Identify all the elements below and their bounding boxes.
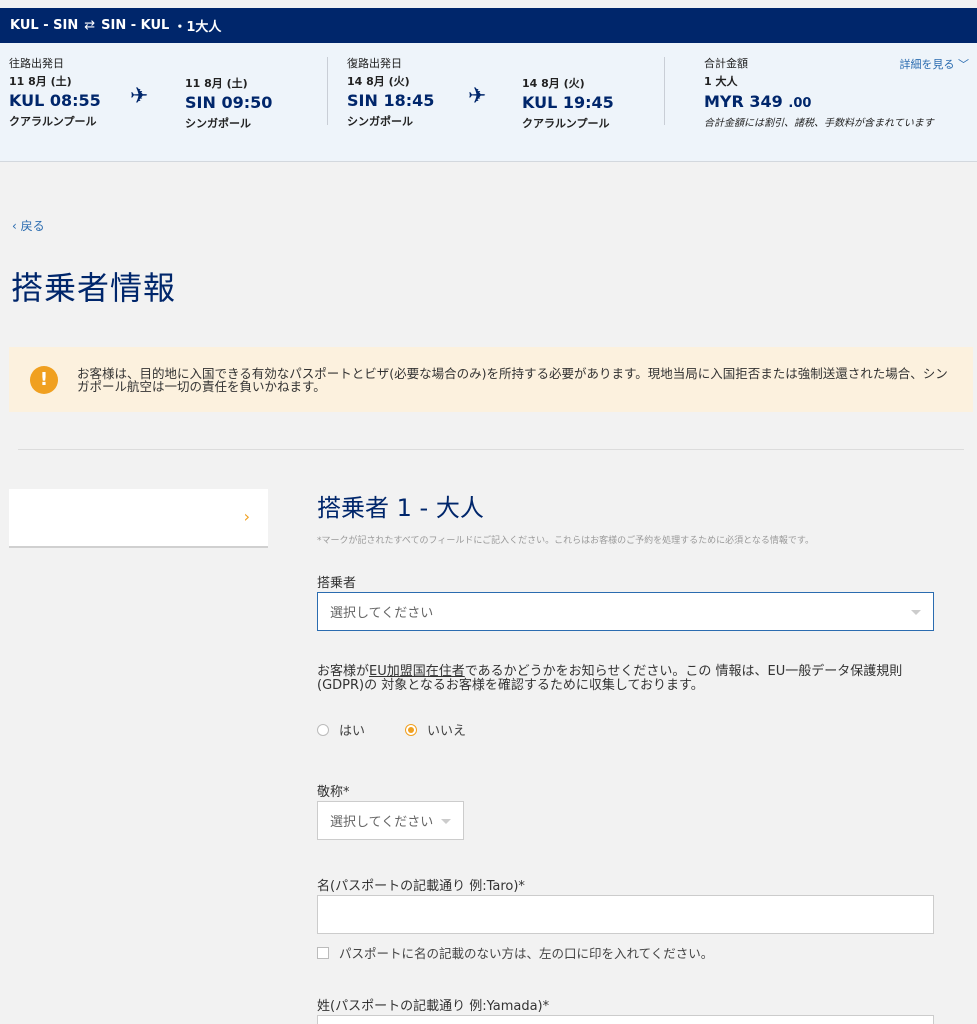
gdpr-text-pre: お客様が [317, 664, 370, 679]
inbound-dep-city: シンガポール [347, 115, 413, 128]
inbound-dep-date: 14 8月 (火) [347, 75, 410, 88]
price-note: 合計金額には割引、諸税、手数料が含まれています [704, 118, 934, 129]
inbound-label: 復路出発日 [347, 57, 402, 70]
route-outbound: KUL - SIN [10, 18, 79, 33]
passenger-label: 搭乗者 [317, 576, 357, 591]
chevron-down-icon [441, 818, 451, 824]
trip-route-bar: KUL - SIN ⇄ SIN - KUL ・1大人 [0, 8, 977, 43]
title-select-value: 選択してください [330, 815, 434, 830]
last-name-input[interactable] [317, 1015, 934, 1024]
plane-icon: ✈ [468, 84, 487, 109]
divider [327, 57, 328, 125]
chevron-down-icon [911, 609, 921, 615]
passenger-select-value: 選択してください [330, 606, 434, 621]
back-link[interactable]: ‹ 戻る [12, 217, 45, 234]
page-title: 搭乗者情報 [11, 269, 177, 307]
swap-icon: ⇄ [84, 18, 96, 33]
last-name-label: 姓(パスポートの記載通り 例:Yamada)* [317, 999, 550, 1014]
plane-icon: ✈ [130, 84, 149, 109]
passenger-tab[interactable]: › [9, 489, 268, 548]
eu-resident-link[interactable]: EU加盟国在住者 [369, 664, 465, 679]
required-hint: *マークが記されたすべてのフィールドにご記入ください。これらはお客様のご予約を処… [317, 536, 814, 546]
outbound-departure: 往路出発日 11 8月 (土) KUL 08:55 クアラルンプール [9, 55, 101, 129]
inbound-arr-time: KUL 19:45 [522, 93, 614, 112]
passenger-form: 搭乗者 1 - 大人 *マークが記されたすべてのフィールドにご記入ください。これ… [317, 488, 937, 546]
warning-icon: ! [30, 365, 58, 394]
flight-summary: 往路出発日 11 8月 (土) KUL 08:55 クアラルンプール ✈ 11 … [0, 43, 977, 162]
radio-yes-label: はい [339, 724, 366, 739]
price-pax: 1 大人 [704, 75, 738, 88]
outbound-arrival: 11 8月 (土) SIN 09:50 シンガポール [185, 73, 272, 131]
route-inbound: SIN - KUL [101, 18, 170, 33]
outbound-label: 往路出発日 [9, 57, 64, 70]
outbound-arr-date: 11 8月 (土) [185, 77, 248, 90]
passenger-count: ・1大人 [173, 20, 222, 35]
inbound-dep-time: SIN 18:45 [347, 91, 435, 110]
inbound-departure: 復路出発日 14 8月 (火) SIN 18:45 シンガポール [347, 55, 434, 129]
title-label: 敬称* [317, 785, 350, 800]
price-amount-main: MYR 349 [704, 92, 783, 111]
title-select[interactable]: 選択してください [317, 801, 464, 840]
inbound-arr-city: クアラルンプール [522, 117, 610, 130]
price-amount-decimals: .00 [788, 96, 812, 111]
no-first-name-label: パスポートに名の記載のない方は、左の口に印を入れてください。 [339, 946, 714, 961]
warning-text: お客様は、目的地に入国できる有効なパスポートとビザ(必要な場合のみ)を所持する必… [77, 365, 948, 394]
first-name-input[interactable] [317, 895, 934, 934]
passenger-select[interactable]: 選択してください [317, 592, 934, 631]
no-first-name-row: パスポートに名の記載のない方は、左の口に印を入れてください。 [317, 943, 713, 962]
divider [664, 57, 665, 125]
price-amount: MYR 349 .00 [704, 92, 934, 111]
inbound-arrival: 14 8月 (火) KUL 19:45 クアラルンプール [522, 73, 614, 131]
gdpr-question: お客様がEU加盟国在住者であるかどうかをお知らせください。この 情報は、EU一般… [317, 665, 937, 693]
outbound-arr-city: シンガポール [185, 117, 251, 130]
section-divider [18, 449, 964, 450]
chevron-right-icon: › [243, 507, 250, 526]
outbound-dep-date: 11 8月 (土) [9, 75, 72, 88]
view-details-link[interactable]: 詳細を見る ﹀ [900, 56, 970, 72]
radio-no[interactable] [405, 723, 418, 736]
passport-warning: ! お客様は、目的地に入国できる有効なパスポートとビザ(必要な場合のみ)を所持す… [9, 347, 973, 412]
outbound-dep-time: KUL 08:55 [9, 91, 101, 110]
form-title: 搭乗者 1 - 大人 [317, 494, 484, 522]
radio-yes[interactable] [317, 723, 329, 736]
inbound-arr-date: 14 8月 (火) [522, 77, 585, 90]
radio-no-label: いいえ [427, 724, 467, 739]
no-first-name-checkbox[interactable] [317, 946, 329, 959]
eu-resident-radio-group: はい いいえ [317, 720, 466, 739]
outbound-dep-city: クアラルンプール [9, 115, 97, 128]
first-name-label: 名(パスポートの記載通り 例:Taro)* [317, 879, 525, 894]
outbound-arr-time: SIN 09:50 [185, 93, 273, 112]
